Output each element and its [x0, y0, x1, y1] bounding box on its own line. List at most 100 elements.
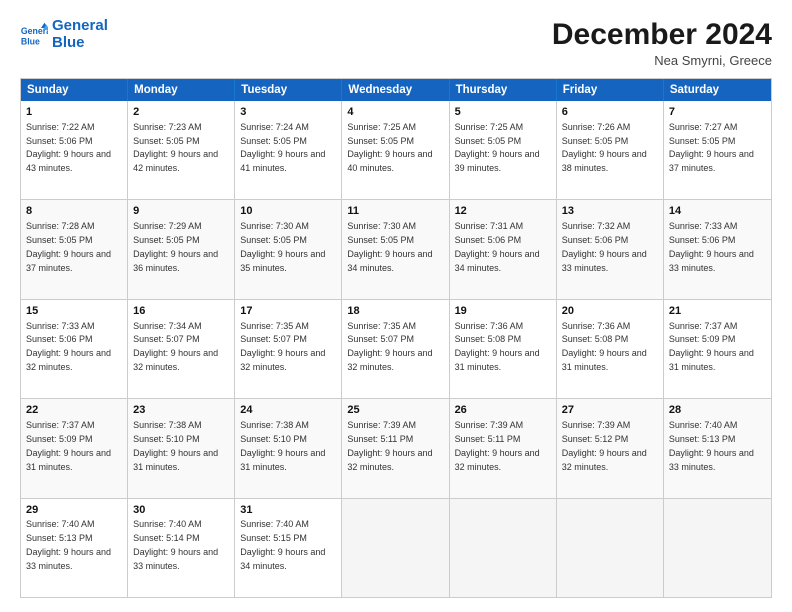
daylight-text: Daylight: 9 hours and 31 minutes. — [133, 448, 218, 472]
day-number: 3 — [240, 105, 336, 120]
empty-cell — [557, 499, 664, 597]
day-number: 12 — [455, 204, 551, 219]
sunrise-text: Sunrise: 7:25 AM — [347, 122, 416, 132]
page: General Blue General Blue December 2024 … — [0, 0, 792, 612]
daylight-text: Daylight: 9 hours and 33 minutes. — [562, 249, 647, 273]
sunset-text: Sunset: 5:07 PM — [347, 334, 414, 344]
title-block: December 2024 Nea Smyrni, Greece — [552, 18, 772, 68]
month-title: December 2024 — [552, 18, 772, 51]
daylight-text: Daylight: 9 hours and 31 minutes. — [240, 448, 325, 472]
calendar-week-1: 1 Sunrise: 7:22 AM Sunset: 5:06 PM Dayli… — [21, 101, 771, 199]
day-number: 30 — [133, 503, 229, 518]
sunset-text: Sunset: 5:13 PM — [26, 533, 93, 543]
day-number: 6 — [562, 105, 658, 120]
sunset-text: Sunset: 5:13 PM — [669, 434, 736, 444]
daylight-text: Daylight: 9 hours and 31 minutes. — [562, 348, 647, 372]
logo-line2: Blue — [52, 34, 85, 51]
sunrise-text: Sunrise: 7:32 AM — [562, 221, 631, 231]
day-cell-1: 1 Sunrise: 7:22 AM Sunset: 5:06 PM Dayli… — [21, 101, 128, 199]
empty-cell — [342, 499, 449, 597]
sunset-text: Sunset: 5:05 PM — [26, 235, 93, 245]
svg-text:Blue: Blue — [21, 36, 40, 46]
sunset-text: Sunset: 5:08 PM — [455, 334, 522, 344]
header-thursday: Thursday — [450, 79, 557, 101]
sunrise-text: Sunrise: 7:40 AM — [26, 519, 95, 529]
day-cell-24: 24 Sunrise: 7:38 AM Sunset: 5:10 PM Dayl… — [235, 399, 342, 497]
daylight-text: Daylight: 9 hours and 33 minutes. — [669, 448, 754, 472]
sunset-text: Sunset: 5:05 PM — [133, 235, 200, 245]
sunset-text: Sunset: 5:09 PM — [669, 334, 736, 344]
header-monday: Monday — [128, 79, 235, 101]
sunrise-text: Sunrise: 7:37 AM — [26, 420, 95, 430]
sunset-text: Sunset: 5:10 PM — [133, 434, 200, 444]
day-number: 26 — [455, 403, 551, 418]
sunrise-text: Sunrise: 7:36 AM — [455, 321, 524, 331]
day-cell-31: 31 Sunrise: 7:40 AM Sunset: 5:15 PM Dayl… — [235, 499, 342, 597]
day-number: 20 — [562, 304, 658, 319]
daylight-text: Daylight: 9 hours and 33 minutes. — [669, 249, 754, 273]
sunset-text: Sunset: 5:07 PM — [240, 334, 307, 344]
header-friday: Friday — [557, 79, 664, 101]
sunset-text: Sunset: 5:15 PM — [240, 533, 307, 543]
daylight-text: Daylight: 9 hours and 32 minutes. — [347, 348, 432, 372]
day-cell-27: 27 Sunrise: 7:39 AM Sunset: 5:12 PM Dayl… — [557, 399, 664, 497]
sunrise-text: Sunrise: 7:30 AM — [347, 221, 416, 231]
sunrise-text: Sunrise: 7:40 AM — [669, 420, 738, 430]
sunset-text: Sunset: 5:11 PM — [455, 434, 521, 444]
daylight-text: Daylight: 9 hours and 33 minutes. — [133, 547, 218, 571]
daylight-text: Daylight: 9 hours and 33 minutes. — [26, 547, 111, 571]
day-cell-29: 29 Sunrise: 7:40 AM Sunset: 5:13 PM Dayl… — [21, 499, 128, 597]
header-wednesday: Wednesday — [342, 79, 449, 101]
day-number: 19 — [455, 304, 551, 319]
day-cell-21: 21 Sunrise: 7:37 AM Sunset: 5:09 PM Dayl… — [664, 300, 771, 398]
day-number: 17 — [240, 304, 336, 319]
sunset-text: Sunset: 5:06 PM — [669, 235, 736, 245]
day-cell-2: 2 Sunrise: 7:23 AM Sunset: 5:05 PM Dayli… — [128, 101, 235, 199]
sunset-text: Sunset: 5:06 PM — [455, 235, 522, 245]
day-cell-26: 26 Sunrise: 7:39 AM Sunset: 5:11 PM Dayl… — [450, 399, 557, 497]
day-cell-25: 25 Sunrise: 7:39 AM Sunset: 5:11 PM Dayl… — [342, 399, 449, 497]
sunset-text: Sunset: 5:10 PM — [240, 434, 307, 444]
day-number: 4 — [347, 105, 443, 120]
sunrise-text: Sunrise: 7:39 AM — [347, 420, 416, 430]
day-cell-9: 9 Sunrise: 7:29 AM Sunset: 5:05 PM Dayli… — [128, 200, 235, 298]
sunset-text: Sunset: 5:09 PM — [26, 434, 93, 444]
calendar-week-2: 8 Sunrise: 7:28 AM Sunset: 5:05 PM Dayli… — [21, 199, 771, 298]
day-number: 14 — [669, 204, 766, 219]
sunrise-text: Sunrise: 7:37 AM — [669, 321, 738, 331]
day-cell-30: 30 Sunrise: 7:40 AM Sunset: 5:14 PM Dayl… — [128, 499, 235, 597]
daylight-text: Daylight: 9 hours and 34 minutes. — [240, 547, 325, 571]
day-cell-3: 3 Sunrise: 7:24 AM Sunset: 5:05 PM Dayli… — [235, 101, 342, 199]
daylight-text: Daylight: 9 hours and 32 minutes. — [240, 348, 325, 372]
day-number: 25 — [347, 403, 443, 418]
sunset-text: Sunset: 5:06 PM — [26, 136, 93, 146]
daylight-text: Daylight: 9 hours and 36 minutes. — [133, 249, 218, 273]
logo-icon: General Blue — [20, 21, 48, 49]
logo-line1: General — [52, 17, 108, 34]
calendar-header: Sunday Monday Tuesday Wednesday Thursday… — [21, 79, 771, 101]
day-number: 9 — [133, 204, 229, 219]
sunrise-text: Sunrise: 7:33 AM — [26, 321, 95, 331]
daylight-text: Daylight: 9 hours and 32 minutes. — [562, 448, 647, 472]
day-cell-19: 19 Sunrise: 7:36 AM Sunset: 5:08 PM Dayl… — [450, 300, 557, 398]
day-cell-28: 28 Sunrise: 7:40 AM Sunset: 5:13 PM Dayl… — [664, 399, 771, 497]
day-number: 13 — [562, 204, 658, 219]
day-number: 31 — [240, 503, 336, 518]
sunrise-text: Sunrise: 7:38 AM — [133, 420, 202, 430]
day-number: 7 — [669, 105, 766, 120]
sunrise-text: Sunrise: 7:40 AM — [133, 519, 202, 529]
sunset-text: Sunset: 5:05 PM — [240, 136, 307, 146]
sunset-text: Sunset: 5:06 PM — [562, 235, 629, 245]
sunrise-text: Sunrise: 7:40 AM — [240, 519, 309, 529]
daylight-text: Daylight: 9 hours and 32 minutes. — [133, 348, 218, 372]
daylight-text: Daylight: 9 hours and 40 minutes. — [347, 149, 432, 173]
calendar-week-4: 22 Sunrise: 7:37 AM Sunset: 5:09 PM Dayl… — [21, 398, 771, 497]
sunrise-text: Sunrise: 7:23 AM — [133, 122, 202, 132]
day-cell-18: 18 Sunrise: 7:35 AM Sunset: 5:07 PM Dayl… — [342, 300, 449, 398]
daylight-text: Daylight: 9 hours and 35 minutes. — [240, 249, 325, 273]
sunrise-text: Sunrise: 7:30 AM — [240, 221, 309, 231]
daylight-text: Daylight: 9 hours and 43 minutes. — [26, 149, 111, 173]
day-cell-7: 7 Sunrise: 7:27 AM Sunset: 5:05 PM Dayli… — [664, 101, 771, 199]
day-number: 18 — [347, 304, 443, 319]
daylight-text: Daylight: 9 hours and 31 minutes. — [26, 448, 111, 472]
